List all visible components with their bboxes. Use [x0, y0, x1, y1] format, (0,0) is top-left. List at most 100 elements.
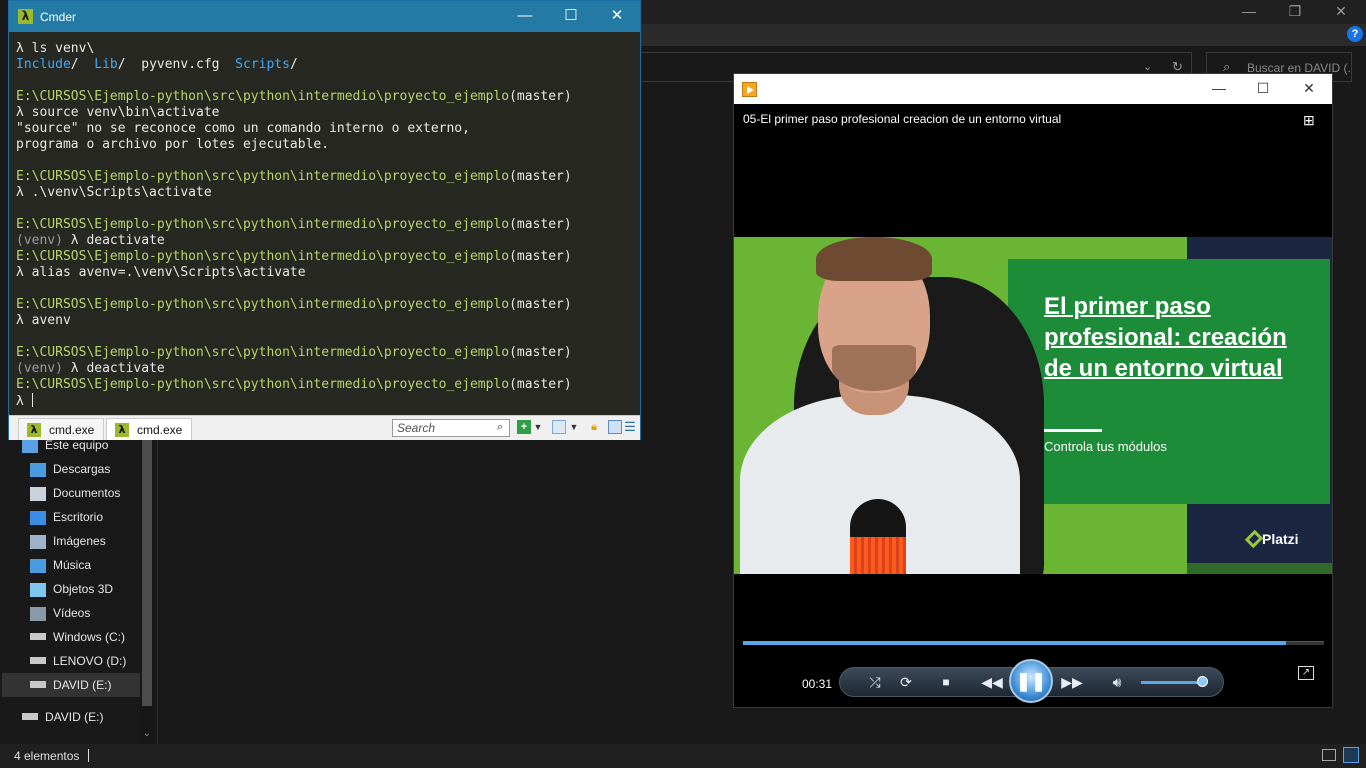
player-titlebar[interactable]: — ☐ ✕ — [734, 74, 1332, 104]
image-icon — [30, 534, 46, 549]
nav-scrollbar-thumb[interactable] — [142, 440, 152, 706]
explorer-close-button[interactable]: ✕ — [1318, 0, 1364, 24]
nav-item-label: Imágenes — [53, 534, 106, 548]
cmder-minimize-button[interactable]: — — [502, 1, 548, 32]
stop-icon[interactable]: ■ — [935, 671, 957, 693]
player-minimize-button[interactable]: — — [1196, 74, 1242, 104]
cmder-window: λ Cmder — ☐ ✕ λ ls venv\ Include/ Lib/ py… — [8, 0, 641, 440]
terminal-text: programa o archivo por lotes ejecutable. — [16, 137, 330, 152]
menu-icon[interactable]: ☰ — [623, 420, 637, 434]
nav-item[interactable]: Música — [30, 554, 91, 576]
large-icons-view-icon[interactable] — [1343, 747, 1359, 763]
volume-slider[interactable] — [1141, 681, 1205, 684]
tab-cmd-2[interactable]: λ cmd.exe — [106, 418, 192, 440]
nav-item[interactable]: Vídeos — [30, 602, 90, 624]
terminal-line: λ alias avenv=.\venv\Scripts\activate — [16, 265, 636, 281]
terminal-line: λ ls venv\ — [16, 41, 636, 57]
volume-slider-knob[interactable] — [1197, 676, 1208, 687]
nav-item[interactable]: DAVID (E:) — [30, 674, 111, 696]
video-title: 05-El primer paso profesional creacion d… — [743, 112, 1062, 126]
media-player-logo-icon — [742, 82, 757, 97]
status-separator — [88, 749, 89, 762]
drive-icon — [22, 713, 38, 720]
terminal-text: E:\CURSOS\Ejemplo-python\src\python\inte… — [16, 345, 510, 360]
terminal-line: programa o archivo por lotes ejecutable. — [16, 137, 636, 153]
drive-icon — [30, 633, 46, 640]
terminal-text: (master) — [509, 377, 572, 392]
player-close-button[interactable]: ✕ — [1286, 74, 1332, 104]
split-view-icon[interactable] — [608, 420, 622, 434]
explorer-minimize-button[interactable]: — — [1226, 0, 1272, 24]
shuffle-icon[interactable]: ⤮ — [864, 671, 886, 693]
cmder-titlebar[interactable]: λ Cmder — ☐ ✕ — [9, 1, 640, 32]
explorer-restore-button[interactable]: ❐ — [1272, 0, 1318, 24]
download-icon — [30, 462, 46, 477]
terminal-line: λ .\venv\Scripts\activate — [16, 185, 636, 201]
terminal-line: E:\CURSOS\Ejemplo-python\src\python\inte… — [16, 249, 636, 265]
next-icon[interactable]: ▶▶ — [1059, 671, 1085, 693]
lock-icon[interactable]: 🔒︎ — [587, 420, 601, 434]
tab-cmd-1[interactable]: λ cmd.exe — [18, 418, 104, 440]
terminal-text: E:\CURSOS\Ejemplo-python\src\python\inte… — [16, 89, 510, 104]
nav-item[interactable]: LENOVO (D:) — [30, 650, 126, 672]
help-icon[interactable]: ? — [1347, 26, 1363, 42]
terminal-text: λ deactivate — [70, 361, 165, 376]
nav-item[interactable]: Imágenes — [30, 530, 106, 552]
terminal-text: λ avenv — [16, 313, 71, 328]
video-frame[interactable]: El primer paso profesional: creación de … — [734, 237, 1332, 574]
desktop-icon — [30, 510, 46, 525]
document-icon — [30, 486, 46, 501]
terminal-text: / — [289, 57, 298, 72]
terminal-text: Scripts — [235, 57, 290, 72]
search-icon[interactable]: ⌕ — [497, 421, 503, 434]
video-stripe — [1187, 563, 1332, 574]
terminal-line: E:\CURSOS\Ejemplo-python\src\python\inte… — [16, 377, 636, 393]
nav-item[interactable]: Descargas — [30, 458, 110, 480]
details-view-icon[interactable] — [1322, 749, 1336, 761]
terminal-text: (venv) — [16, 233, 71, 248]
cmder-search-input[interactable]: Search — [392, 419, 510, 437]
terminal-line: E:\CURSOS\Ejemplo-python\src\python\inte… — [16, 297, 636, 313]
terminal-text: (venv) — [16, 361, 71, 376]
window-icon[interactable] — [552, 420, 566, 434]
repeat-icon[interactable]: ⟳ — [895, 671, 917, 693]
nav-item-label: Escritorio — [53, 510, 104, 524]
video-card-title: El primer paso profesional: creación de … — [1044, 293, 1287, 382]
terminal-text: (master) — [509, 217, 572, 232]
nav-item[interactable]: Escritorio — [30, 506, 103, 528]
previous-icon[interactable]: ◀◀ — [979, 671, 1005, 693]
nav-item[interactable]: Objetos 3D — [30, 578, 113, 600]
terminal-output[interactable]: λ ls venv\ Include/ Lib/ pyvenv.cfg Scrip… — [16, 41, 636, 413]
terminal-text: E:\CURSOS\Ejemplo-python\src\python\inte… — [16, 169, 510, 184]
pause-icon[interactable]: ❚❚ — [1009, 659, 1053, 703]
nav-item-label: LENOVO (D:) — [53, 654, 127, 668]
chevron-down-icon[interactable]: ▼ — [531, 420, 545, 434]
chevron-down-icon[interactable]: ▼ — [567, 420, 581, 434]
terminal-line: λ avenv — [16, 313, 636, 329]
video-title-card: El primer paso profesional: creación de … — [1008, 259, 1330, 504]
volume-icon[interactable]: 🔊︎ — [1106, 671, 1128, 693]
drive-icon — [30, 657, 46, 664]
nav-item[interactable]: Documentos — [30, 482, 120, 504]
switch-to-library-icon[interactable]: ↗ — [1298, 666, 1314, 680]
seek-bar-progress[interactable] — [743, 641, 1286, 645]
nav-item[interactable]: Windows (C:) — [30, 626, 125, 648]
nav-item[interactable]: DAVID (E:) — [22, 706, 103, 728]
cmder-close-button[interactable]: ✕ — [594, 1, 640, 32]
player-maximize-button[interactable]: ☐ — [1240, 74, 1286, 104]
switch-to-compact-icon[interactable]: ⊞ — [1303, 112, 1321, 128]
item-count: 4 elementos — [14, 749, 80, 763]
terminal-text: E:\CURSOS\Ejemplo-python\src\python\inte… — [16, 249, 510, 264]
new-console-icon[interactable]: + — [517, 420, 531, 434]
scroll-down-icon[interactable]: ⌄ — [140, 728, 154, 742]
nav-item-label: Documentos — [53, 486, 121, 500]
terminal-text: Lib — [94, 57, 118, 72]
elapsed-time: 00:31 — [802, 677, 833, 691]
chevron-down-icon[interactable]: ⌄ — [1143, 60, 1152, 73]
media-player-window: — ☐ ✕ 05-El primer paso profesional crea… — [733, 73, 1333, 708]
cmder-maximize-button[interactable]: ☐ — [548, 1, 594, 32]
terminal-text: λ — [16, 394, 32, 409]
cube-icon — [30, 582, 46, 597]
